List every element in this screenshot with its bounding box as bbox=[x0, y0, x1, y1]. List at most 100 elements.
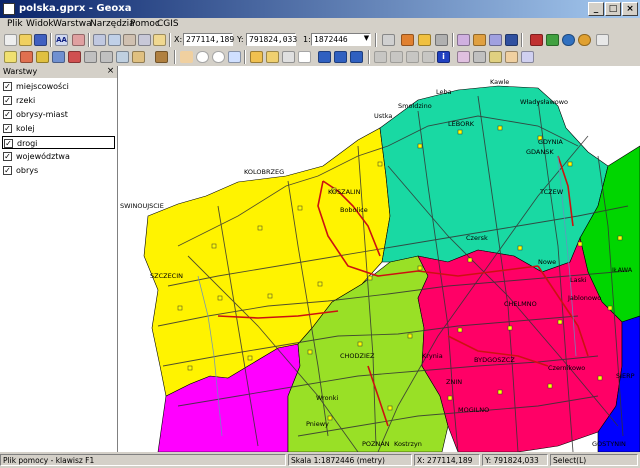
chevron-down-icon[interactable]: ▼ bbox=[362, 34, 371, 45]
open-folder-icon[interactable] bbox=[19, 34, 32, 46]
label-lebork: LEBORK bbox=[448, 120, 475, 128]
layer-remove-icon[interactable] bbox=[68, 51, 81, 63]
refresh-icon[interactable] bbox=[282, 51, 295, 63]
zoom-out-icon[interactable] bbox=[212, 51, 225, 63]
layer-name: drogi bbox=[17, 139, 38, 148]
layer-up-icon[interactable] bbox=[100, 51, 113, 63]
clear-selection-icon[interactable] bbox=[473, 51, 486, 63]
label-ustka: Ustka bbox=[374, 112, 392, 120]
layer-item-obrysy-miast[interactable]: ✓ obrysy-miast bbox=[2, 108, 115, 121]
legend-icon[interactable] bbox=[521, 51, 534, 63]
select-area-icon[interactable] bbox=[422, 51, 435, 63]
info-icon[interactable]: i bbox=[437, 51, 450, 63]
label-kolobrzeg: KOLOBRZEG bbox=[244, 168, 284, 176]
redo-icon[interactable] bbox=[546, 34, 559, 46]
layer-checkbox[interactable]: ✓ bbox=[3, 110, 12, 119]
maximize-button[interactable]: □ bbox=[605, 2, 621, 16]
layer-query-icon[interactable] bbox=[489, 34, 502, 46]
layer-checkbox[interactable]: ✓ bbox=[3, 124, 12, 133]
zoom-extent-icon[interactable] bbox=[228, 51, 241, 63]
buffer-icon[interactable] bbox=[505, 51, 518, 63]
nav-left-icon[interactable] bbox=[318, 51, 331, 63]
layers-panel-header: Warstwy × bbox=[0, 66, 117, 78]
y-coord-label: Y: bbox=[237, 35, 244, 44]
label-icon[interactable] bbox=[489, 51, 502, 63]
layer-item-drogi[interactable]: ✓ drogi bbox=[2, 136, 115, 149]
label-nowe: Nowe bbox=[538, 258, 556, 266]
vertex-icon[interactable] bbox=[390, 51, 403, 63]
label-czernikowo: Czernikowo bbox=[548, 364, 585, 372]
label-znin: ZNIN bbox=[446, 378, 462, 386]
home-icon[interactable] bbox=[505, 34, 518, 46]
toolbar-separator bbox=[174, 50, 176, 64]
zoom-box-icon[interactable] bbox=[298, 51, 311, 63]
x-coord-field[interactable]: 277114,189 bbox=[183, 33, 234, 46]
layer-name: rzeki bbox=[16, 96, 36, 105]
properties-icon[interactable] bbox=[72, 34, 85, 46]
scale-label: 1: bbox=[303, 35, 311, 44]
layer-props-icon[interactable] bbox=[155, 51, 168, 63]
layer-checkbox[interactable]: ✓ bbox=[3, 152, 12, 161]
settings-icon[interactable] bbox=[596, 34, 609, 46]
layer-checkbox[interactable]: ✓ bbox=[3, 96, 12, 105]
nav-right-icon[interactable] bbox=[334, 51, 347, 63]
close-button[interactable]: × bbox=[622, 2, 638, 16]
minimize-button[interactable]: _ bbox=[588, 2, 604, 16]
layer-item-obrys[interactable]: ✓ obrys bbox=[2, 164, 115, 177]
font-icon[interactable]: AA bbox=[55, 34, 68, 46]
label-jablonowo: Jablonowo bbox=[567, 294, 601, 302]
layer-item-kolej[interactable]: ✓ kolej bbox=[2, 122, 115, 135]
toolbar-separator bbox=[375, 33, 377, 47]
y-coord-field[interactable]: 791824,033 bbox=[246, 33, 297, 46]
select-features-icon[interactable] bbox=[457, 51, 470, 63]
layer-item-miejscowosci[interactable]: ✓ miejscowości bbox=[2, 80, 115, 93]
layer-checkbox[interactable]: ✓ bbox=[3, 166, 12, 175]
nav-up-icon[interactable] bbox=[350, 51, 363, 63]
layer-red-icon[interactable] bbox=[20, 51, 33, 63]
layer-grid-icon[interactable] bbox=[116, 51, 129, 63]
zoom-selection-icon[interactable] bbox=[266, 51, 279, 63]
new-file-icon[interactable] bbox=[4, 34, 17, 46]
label-wladyslawowo: Władysławowo bbox=[520, 98, 568, 106]
highlight-icon[interactable] bbox=[418, 34, 431, 46]
globe-icon[interactable] bbox=[562, 34, 575, 46]
menu-cgis[interactable]: CGIS bbox=[155, 19, 181, 29]
undo-icon[interactable] bbox=[530, 34, 543, 46]
layer-blue-icon[interactable] bbox=[52, 51, 65, 63]
status-bar: Plik pomocy - klawisz F1 Skala 1:1872446… bbox=[0, 452, 640, 468]
label-gdansk: GDANSK bbox=[526, 148, 554, 156]
node-edit-icon[interactable] bbox=[374, 51, 387, 63]
save-icon[interactable] bbox=[34, 34, 47, 46]
select-arrow-icon[interactable] bbox=[406, 51, 419, 63]
map-svg[interactable]: Kawle Leba Władysławowo Smoldzino Ustka … bbox=[118, 66, 640, 452]
window-title: polska.gprx - Geoxa bbox=[19, 3, 132, 14]
measure-icon[interactable] bbox=[435, 34, 448, 46]
zoom-layer-icon[interactable] bbox=[250, 51, 263, 63]
layer-down-icon[interactable] bbox=[84, 51, 97, 63]
layer-yellow-icon[interactable] bbox=[4, 51, 17, 63]
toolbar-separator bbox=[368, 50, 370, 64]
map-canvas[interactable]: Kawle Leba Władysławowo Smoldzino Ustka … bbox=[118, 66, 640, 452]
pan-hand-icon[interactable] bbox=[180, 51, 193, 63]
layout-icon[interactable] bbox=[123, 34, 136, 46]
layer-add-icon[interactable] bbox=[457, 34, 470, 46]
window-icon[interactable] bbox=[93, 34, 106, 46]
layer-item-wojewodztwa[interactable]: ✓ województwa bbox=[2, 150, 115, 163]
map-toolbar: i bbox=[0, 49, 640, 65]
label-bobolice: Bobolice bbox=[340, 206, 368, 214]
layer-item-rzeki[interactable]: ✓ rzeki bbox=[2, 94, 115, 107]
print-icon[interactable] bbox=[138, 34, 151, 46]
layer-checkbox[interactable]: ✓ bbox=[3, 82, 12, 91]
export-icon[interactable] bbox=[153, 34, 166, 46]
panel-close-icon[interactable]: × bbox=[106, 67, 115, 76]
layer-style-icon[interactable] bbox=[473, 34, 486, 46]
zoom-in-icon[interactable] bbox=[196, 51, 209, 63]
arrow-tool-icon[interactable] bbox=[382, 34, 395, 46]
menu-plik[interactable]: Plik bbox=[5, 19, 25, 29]
layer-orange-icon[interactable] bbox=[36, 51, 49, 63]
layer-checkbox[interactable]: ✓ bbox=[4, 139, 13, 148]
table-icon[interactable] bbox=[108, 34, 121, 46]
web-icon[interactable] bbox=[578, 34, 591, 46]
edit-tool-icon[interactable] bbox=[401, 34, 414, 46]
layer-table-icon[interactable] bbox=[132, 51, 145, 63]
